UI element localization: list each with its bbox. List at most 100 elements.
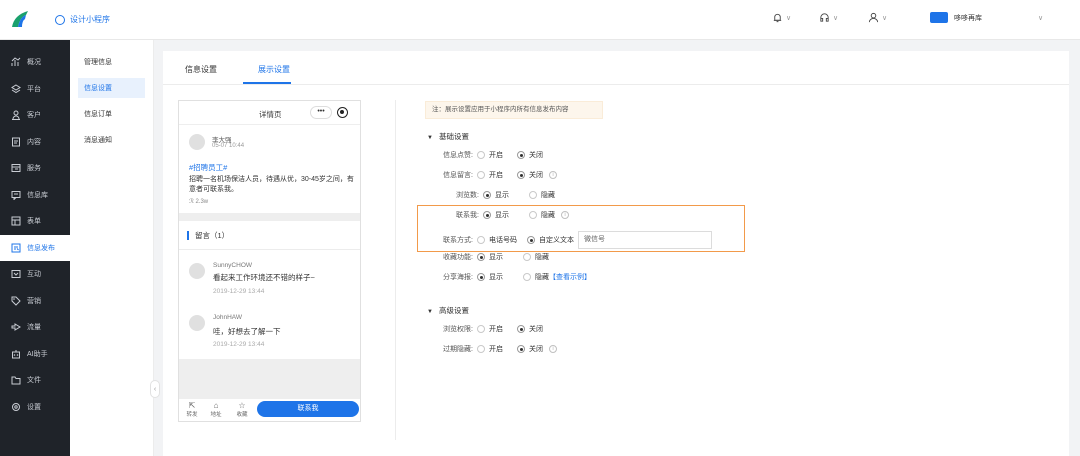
sidebar-item-customer[interactable]: 客户 — [0, 102, 70, 129]
radio-label: 显示 — [489, 274, 503, 281]
share-action[interactable]: ⇱ 转发 — [183, 401, 201, 418]
notification-menu[interactable]: ∨ — [772, 12, 791, 23]
sidebar-item-label: 表单 — [27, 218, 41, 226]
setting-label: 联系我: — [456, 212, 479, 219]
share-icon: ⇱ — [188, 401, 196, 410]
radio-label: 开启 — [489, 346, 503, 353]
sidebar-item-service[interactable]: 服务 — [0, 155, 70, 182]
store-switcher[interactable]: 哆哆再库 ∨ — [930, 12, 1043, 23]
sidebar-item-files[interactable]: 文件 — [0, 367, 70, 394]
address-action[interactable]: ⌂ 地址 — [207, 401, 225, 418]
tab-display-settings[interactable]: 展示设置 — [258, 64, 290, 75]
sidebar-item-settings[interactable]: 设置 — [0, 394, 70, 421]
radio-permission-on[interactable]: 开启 — [477, 324, 503, 334]
radio-contact-hide[interactable]: 隐藏 — [529, 210, 555, 220]
sidebar-item-info-library[interactable]: 信息库 — [0, 182, 70, 209]
avatar — [189, 134, 205, 150]
message-icon — [11, 190, 21, 200]
main-sidebar: 概况 平台 客户 内容 服务 信息库 表单 信息发布 互动 营销 流量 AI助手… — [0, 40, 70, 456]
submenu-item-manage-info[interactable]: 管理信息 — [78, 52, 145, 72]
radio-like-off[interactable]: 关闭 — [517, 150, 543, 160]
radio-expire-off[interactable]: 关闭 — [517, 344, 543, 354]
radio-like-on[interactable]: 开启 — [477, 150, 503, 160]
radio-poster-hide[interactable]: 隐藏 — [523, 272, 549, 282]
sidebar-item-label: 文件 — [27, 377, 41, 385]
sidebar-item-interact[interactable]: 互动 — [0, 261, 70, 288]
advanced-settings-header[interactable]: ▼ 高级设置 — [427, 305, 469, 316]
favorite-label: 收藏 — [236, 412, 248, 418]
radio-contact-custom[interactable]: 自定义文本 — [527, 235, 574, 245]
tab-info-settings[interactable]: 信息设置 — [185, 64, 217, 75]
radio-label: 关闭 — [529, 152, 543, 159]
setting-expire-hide: 过期隐藏: 开启 关闭 i — [425, 343, 557, 355]
collapse-sidebar-button[interactable]: ‹ — [150, 380, 160, 398]
avatar — [189, 315, 205, 331]
radio-contact-phone[interactable]: 电话号码 — [477, 235, 517, 245]
post-time: 05-07 10:44 — [212, 143, 245, 149]
view-example-link[interactable]: 【查看示例】 — [549, 272, 591, 282]
comment-author: JohnHAW — [213, 314, 243, 321]
mini-program-icon — [55, 14, 65, 25]
store-badge-icon — [930, 12, 948, 23]
radio-views-show[interactable]: 显示 — [483, 190, 509, 200]
favorite-action[interactable]: ☆ 收藏 — [233, 401, 251, 418]
form-icon — [11, 216, 21, 226]
custom-contact-input[interactable]: 微信号 — [578, 231, 712, 249]
chevron-down-icon: ∨ — [786, 14, 792, 22]
basic-settings-header[interactable]: ▼ 基础设置 — [427, 131, 469, 142]
radio-selected-icon — [483, 191, 491, 199]
sidebar-item-label: 信息库 — [27, 191, 48, 199]
sidebar-item-traffic[interactable]: 流量 — [0, 314, 70, 341]
post-views-count: 2.3w — [195, 199, 209, 205]
radio-poster-show[interactable]: 显示 — [477, 272, 503, 282]
setting-label: 信息留言: — [443, 172, 473, 179]
app-logo — [12, 11, 28, 27]
sidebar-item-content[interactable]: 内容 — [0, 129, 70, 156]
submenu-item-notifications[interactable]: 消息通知 — [78, 130, 145, 150]
contact-me-button[interactable]: 联系我 — [257, 401, 359, 417]
radio-views-hide[interactable]: 隐藏 — [529, 190, 555, 200]
app-title[interactable]: 设计小程序 — [55, 14, 110, 25]
user-icon — [12, 110, 20, 121]
info-icon[interactable]: i — [561, 211, 569, 219]
tag-icon — [11, 296, 21, 306]
radio-icon — [529, 211, 537, 219]
radio-comment-off[interactable]: 关闭 — [517, 170, 543, 180]
sidebar-item-label: AI助手 — [27, 350, 48, 358]
info-icon[interactable]: i — [549, 171, 557, 179]
sidebar-item-platform[interactable]: 平台 — [0, 76, 70, 103]
preview-empty-area — [179, 359, 360, 399]
sidebar-item-marketing[interactable]: 营销 — [0, 288, 70, 315]
sidebar-item-label: 信息发布 — [27, 244, 55, 252]
radio-icon — [529, 191, 537, 199]
radio-contact-show[interactable]: 显示 — [483, 210, 509, 220]
chevron-down-icon: ∨ — [833, 14, 839, 22]
radio-selected-icon — [477, 273, 485, 281]
radio-favorite-hide[interactable]: 隐藏 — [523, 252, 549, 262]
account-menu[interactable]: ∨ — [868, 12, 887, 23]
chevron-down-icon: ∨ — [1038, 14, 1044, 22]
share-label: 转发 — [186, 412, 198, 418]
setting-label: 分享海报: — [443, 274, 473, 281]
support-menu[interactable]: ∨ — [819, 12, 838, 23]
caret-down-icon: ▼ — [427, 135, 433, 141]
radio-selected-icon — [517, 151, 525, 159]
radio-selected-icon — [477, 253, 485, 261]
radio-favorite-show[interactable]: 显示 — [477, 252, 503, 262]
info-icon[interactable]: i — [549, 345, 557, 353]
sidebar-item-label: 营销 — [27, 297, 41, 305]
sidebar-item-label: 服务 — [27, 165, 41, 173]
sidebar-item-info-publish[interactable]: 信息发布 — [0, 234, 70, 261]
sidebar-item-overview[interactable]: 概况 — [0, 49, 70, 76]
setting-contact-method: 联系方式: 电话号码 自定义文本 微信号 — [425, 230, 712, 250]
sidebar-item-ai-assistant[interactable]: AI助手 — [0, 341, 70, 368]
submenu-item-info-settings[interactable]: 信息设置 — [78, 78, 145, 98]
setting-browse-permission: 浏览权限: 开启 关闭 — [425, 323, 557, 335]
radio-expire-on[interactable]: 开启 — [477, 344, 503, 354]
radio-comment-on[interactable]: 开启 — [477, 170, 503, 180]
sidebar-item-form[interactable]: 表单 — [0, 208, 70, 235]
radio-icon — [523, 273, 531, 281]
radio-permission-off[interactable]: 关闭 — [517, 324, 543, 334]
radio-label: 开启 — [489, 152, 503, 159]
submenu-item-info-orders[interactable]: 信息订单 — [78, 104, 145, 124]
